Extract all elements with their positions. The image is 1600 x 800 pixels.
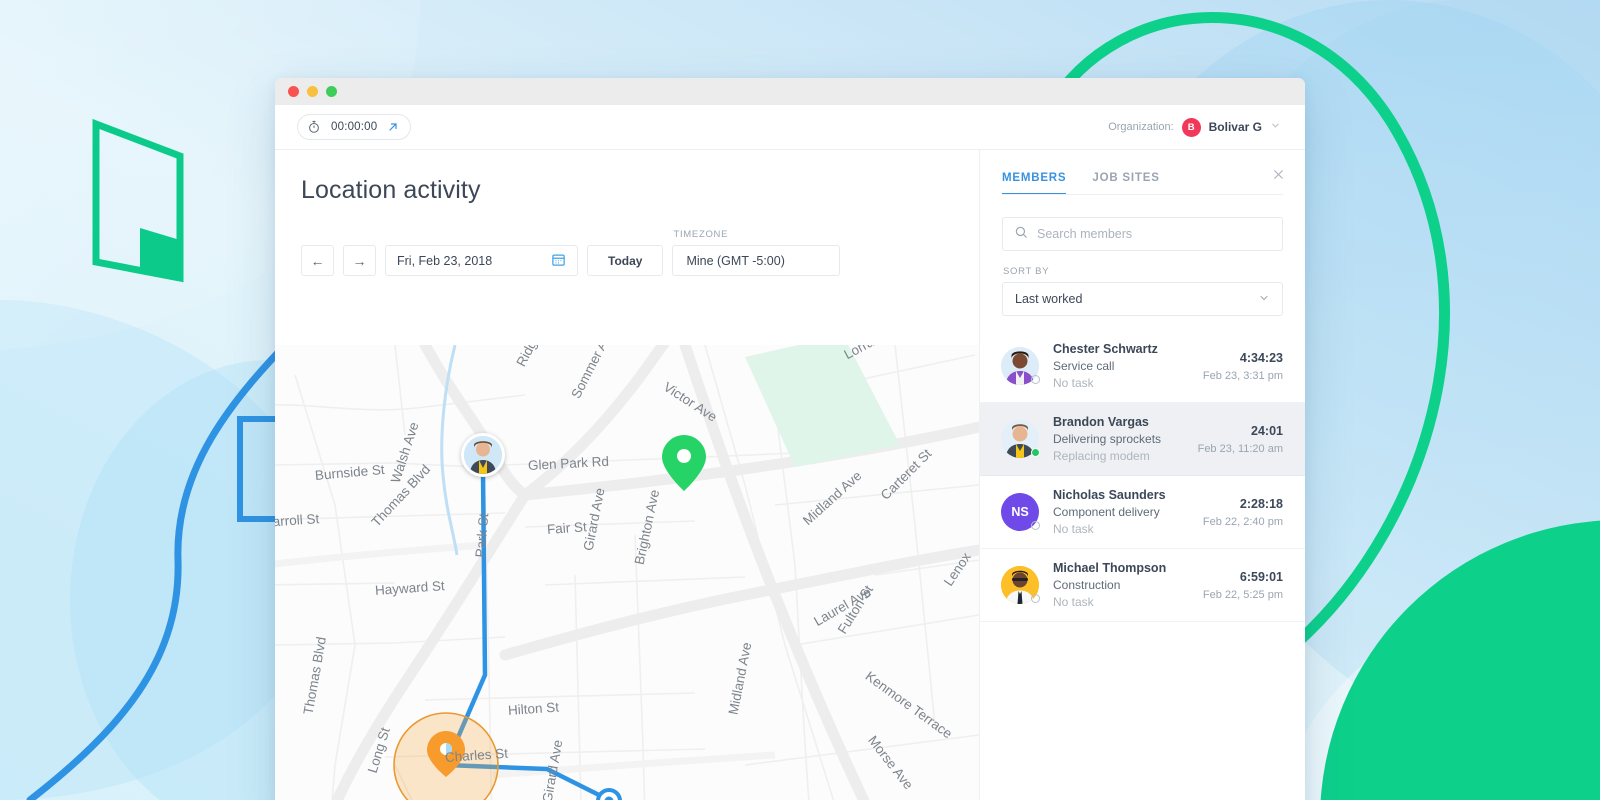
next-day-button[interactable]: → [343,245,376,276]
member-time: 6:59:01 Feb 22, 5:25 pm [1203,570,1283,601]
organization-avatar: B [1182,118,1201,137]
member-name: Brandon Vargas [1053,415,1184,429]
external-link-icon[interactable] [387,121,399,133]
avatar [1001,420,1039,458]
close-panel-button[interactable] [1272,168,1285,184]
member-subtask: No task [1053,595,1189,609]
member-task: Construction [1053,578,1189,592]
search-members-box[interactable] [1002,217,1283,251]
chevron-down-icon [1270,118,1281,136]
member-info: Brandon Vargas Delivering sprockets Replac… [1053,415,1184,463]
tab-job-sites[interactable]: JOB SITES [1092,172,1159,195]
member-duration: 4:34:23 [1203,351,1283,365]
today-button[interactable]: Today [587,245,663,276]
map-street-label: Fair St [546,519,587,537]
member-time: 2:28:18 Feb 22, 2:40 pm [1203,497,1283,528]
member-last-seen: Feb 23, 3:31 pm [1203,370,1283,382]
presence-indicator [1031,594,1040,603]
member-task: Component delivery [1053,505,1189,519]
date-value: Fri, Feb 23, 2018 [397,254,492,268]
blue-route-endpoint [598,790,620,800]
avatar [1001,347,1039,385]
map-canvas[interactable]: Walsh AveBurnside StCarroll StThomas Blv… [275,345,979,800]
calendar-icon [551,252,566,270]
member-duration: 6:59:01 [1203,570,1283,584]
member-name: Chester Schwartz [1053,342,1189,356]
members-panel: MEMBERS JOB SITES SORT BY Last wor [979,150,1305,800]
member-row[interactable]: Brandon Vargas Delivering sprockets Replac… [980,403,1305,476]
sort-by-caption: SORT BY [1003,266,1305,277]
stopwatch-icon [307,120,321,134]
avatar: NS [1001,493,1039,531]
date-controls: ← → Fri, Feb 23, 2018 [301,229,953,276]
timezone-caption: TIMEZONE [672,229,840,240]
member-subtask: No task [1053,376,1189,390]
member-last-seen: Feb 22, 5:25 pm [1203,589,1283,601]
close-window-button[interactable] [288,86,299,97]
previous-day-button[interactable]: ← [301,245,334,276]
search-input[interactable] [1037,227,1271,241]
member-list: Chester Schwartz Service call No task 4:34:… [980,330,1305,622]
member-task: Delivering sprockets [1053,432,1184,446]
timer-widget[interactable]: 00:00:00 [297,114,411,140]
member-row[interactable]: NS Nicholas Saunders Component delivery No … [980,476,1305,549]
member-info: Nicholas Saunders Component delivery No ta… [1053,488,1189,536]
member-avatar-marker[interactable] [461,433,505,477]
timezone-select[interactable]: Mine (GMT -5:00) [672,245,840,276]
tab-members[interactable]: MEMBERS [1002,172,1066,195]
member-row[interactable]: Chester Schwartz Service call No task 4:34:… [980,330,1305,403]
presence-indicator [1031,448,1040,457]
organization-switcher[interactable]: Organization: B Bolivar G [1108,118,1281,137]
maximize-window-button[interactable] [326,86,337,97]
avatar [1001,566,1039,604]
member-name: Michael Thompson [1053,561,1189,575]
date-picker[interactable]: Fri, Feb 23, 2018 [385,245,578,276]
window-titlebar [275,78,1305,105]
member-time: 4:34:23 Feb 23, 3:31 pm [1203,351,1283,382]
panel-tabs: MEMBERS JOB SITES [980,150,1305,195]
tabs-divider [1002,194,1283,195]
page-title: Location activity [301,176,953,205]
timer-value: 00:00:00 [331,121,377,133]
location-activity-pane: Location activity ← → Fri, Feb 23, 2018 [275,150,979,800]
chevron-down-icon [1258,292,1270,307]
member-subtask: Replacing modem [1053,449,1184,463]
sort-by-select[interactable]: Last worked [1002,282,1283,316]
member-last-seen: Feb 23, 11:20 am [1198,443,1283,455]
organization-label: Organization: [1108,121,1173,133]
member-duration: 24:01 [1198,424,1283,438]
search-icon [1014,225,1028,244]
presence-indicator [1031,375,1040,384]
member-info: Michael Thompson Construction No task [1053,561,1189,609]
minimize-window-button[interactable] [307,86,318,97]
member-time: 24:01 Feb 23, 11:20 am [1198,424,1283,455]
app-window: 00:00:00 Organization: B Bolivar G Locat… [275,78,1305,800]
sort-by-value: Last worked [1015,292,1082,306]
member-name: Nicholas Saunders [1053,488,1189,502]
app-topbar: 00:00:00 Organization: B Bolivar G [275,105,1305,150]
presence-indicator [1031,521,1040,530]
member-duration: 2:28:18 [1203,497,1283,511]
member-last-seen: Feb 22, 2:40 pm [1203,516,1283,528]
organization-name: Bolivar G [1209,120,1262,134]
member-task: Service call [1053,359,1189,373]
member-info: Chester Schwartz Service call No task [1053,342,1189,390]
member-subtask: No task [1053,522,1189,536]
member-row[interactable]: Michael Thompson Construction No task 6:59:… [980,549,1305,622]
